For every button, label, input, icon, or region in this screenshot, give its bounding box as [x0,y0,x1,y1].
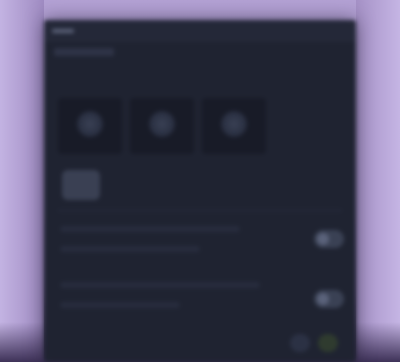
action-bar [44,334,356,352]
avatar [62,170,100,200]
card-icon [149,111,175,137]
card-icon [77,111,103,137]
menu-icon[interactable] [52,29,74,33]
toggle-knob [317,233,329,245]
card-icon [221,111,247,137]
toggle-knob [317,293,329,305]
toggle-switch[interactable] [314,290,344,308]
feature-card[interactable] [202,98,266,154]
card-row [58,98,266,154]
toggle-switch[interactable] [314,230,344,248]
blurred-app-window [44,20,356,362]
profile-row[interactable] [62,170,110,200]
divider [58,210,342,211]
feature-card[interactable] [130,98,194,154]
background-right-glow [356,0,400,362]
list-item-bar [60,302,180,308]
subtitle-placeholder-bar [54,48,114,56]
list-item-bar [60,226,240,232]
list-item-bar [60,246,200,252]
list-item-bar [60,282,260,288]
secondary-button[interactable] [290,334,310,352]
primary-button[interactable] [318,334,338,352]
background-left-glow [0,0,44,362]
window-titlebar [44,20,356,42]
feature-card[interactable] [58,98,122,154]
